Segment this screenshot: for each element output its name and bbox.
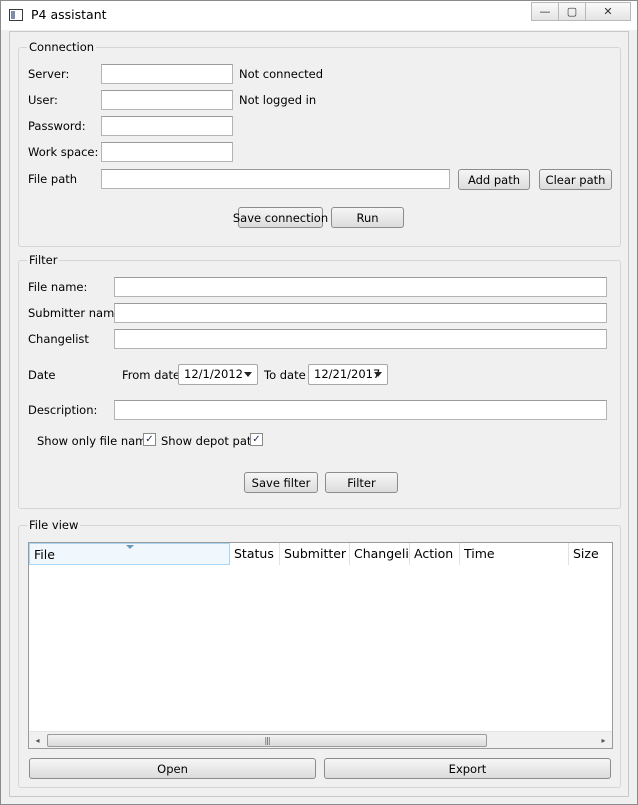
- from-date-value: 12/1/2012: [184, 367, 243, 381]
- save-filter-button[interactable]: Save filter: [244, 472, 318, 493]
- column-header-label: Size: [573, 546, 599, 561]
- filter-group: Filter File name: Submitter name: Change…: [18, 253, 621, 509]
- minimize-icon: —: [539, 5, 551, 18]
- scroll-grip-icon: |||: [264, 736, 270, 745]
- column-header-label: Submitter: [284, 546, 347, 561]
- column-header-time[interactable]: Time: [460, 543, 569, 565]
- show-only-file-name-label: Show only file name:: [37, 434, 158, 448]
- app-window: P4 assistant — ▢ ✕ Connection Server: No…: [0, 0, 638, 805]
- date-label: Date: [28, 368, 56, 382]
- scroll-left-icon[interactable]: ◂: [29, 732, 46, 748]
- title-bar[interactable]: P4 assistant — ▢ ✕: [1, 1, 637, 30]
- close-button[interactable]: ✕: [585, 2, 631, 21]
- show-depot-path-checkbox[interactable]: ✓: [250, 433, 263, 446]
- changelist-label: Changelist: [28, 332, 89, 346]
- filepath-input[interactable]: [101, 169, 450, 189]
- app-icon: [9, 9, 23, 21]
- column-header-label: Status: [234, 546, 274, 561]
- column-header-file[interactable]: File: [29, 543, 230, 565]
- server-status: Not connected: [239, 67, 324, 81]
- horizontal-scrollbar[interactable]: ◂ ||| ▸: [29, 731, 612, 748]
- filter-group-title: Filter: [27, 253, 60, 267]
- connection-group-title: Connection: [27, 40, 97, 54]
- client-area: Connection Server: Not connected User: N…: [9, 31, 629, 797]
- connection-group: Connection Server: Not connected User: N…: [18, 40, 621, 247]
- from-date-picker[interactable]: 12/1/2012: [178, 364, 258, 385]
- minimize-button[interactable]: —: [531, 2, 559, 21]
- table-header: File Status Submitter Changelis Action T…: [29, 543, 612, 565]
- column-header-changelist[interactable]: Changelis: [350, 543, 410, 565]
- filepath-label: File path: [28, 172, 78, 186]
- description-label: Description:: [28, 403, 98, 417]
- password-label: Password:: [28, 119, 86, 133]
- chevron-down-icon: [374, 372, 382, 377]
- check-icon: ✓: [252, 433, 261, 445]
- user-input[interactable]: [101, 90, 233, 110]
- open-button[interactable]: Open: [29, 758, 316, 779]
- password-input[interactable]: [101, 116, 233, 136]
- file-view-group-title: File view: [27, 518, 81, 532]
- server-input[interactable]: [101, 64, 233, 84]
- maximize-button[interactable]: ▢: [558, 2, 586, 21]
- show-depot-path-label: Show depot path: [161, 434, 259, 448]
- submitter-input[interactable]: [114, 303, 607, 323]
- workspace-input[interactable]: [101, 142, 233, 162]
- column-header-label: Action: [414, 546, 454, 561]
- file-name-label: File name:: [28, 280, 88, 294]
- file-name-input[interactable]: [114, 277, 607, 297]
- column-header-size[interactable]: Size: [569, 543, 612, 565]
- sort-arrow-icon: [126, 545, 134, 549]
- add-path-button[interactable]: Add path: [458, 169, 530, 190]
- check-icon: ✓: [145, 433, 154, 445]
- column-header-submitter[interactable]: Submitter: [280, 543, 350, 565]
- to-date-value: 12/21/2017: [314, 367, 381, 381]
- show-only-file-name-checkbox[interactable]: ✓: [143, 433, 156, 446]
- chevron-down-icon: [244, 372, 252, 377]
- to-date-label: To date: [264, 368, 306, 382]
- export-button[interactable]: Export: [324, 758, 611, 779]
- column-header-label: File: [34, 547, 55, 562]
- column-header-label: Time: [464, 546, 495, 561]
- file-view-group: File view File Status Submitter Changeli…: [18, 518, 621, 788]
- submitter-label: Submitter name:: [28, 306, 126, 320]
- column-header-status[interactable]: Status: [230, 543, 280, 565]
- user-label: User:: [28, 93, 58, 107]
- server-label: Server:: [28, 67, 70, 81]
- close-icon: ✕: [603, 5, 613, 18]
- file-table[interactable]: File Status Submitter Changelis Action T…: [28, 542, 613, 749]
- to-date-picker[interactable]: 12/21/2017: [308, 364, 388, 385]
- user-status: Not logged in: [239, 93, 317, 107]
- from-date-label: From date: [122, 368, 181, 382]
- description-input[interactable]: [114, 400, 607, 420]
- column-header-label: Changelis: [354, 546, 410, 561]
- workspace-label: Work space:: [28, 145, 99, 159]
- scroll-thumb[interactable]: |||: [47, 734, 487, 747]
- filter-button[interactable]: Filter: [325, 472, 398, 493]
- save-connection-button[interactable]: Save connection: [233, 207, 328, 228]
- run-button[interactable]: Run: [331, 207, 404, 228]
- window-title: P4 assistant: [31, 7, 107, 22]
- clear-path-button[interactable]: Clear path: [539, 169, 612, 190]
- caption-buttons: — ▢ ✕: [531, 2, 631, 21]
- maximize-icon: ▢: [566, 5, 578, 18]
- column-header-action[interactable]: Action: [410, 543, 460, 565]
- scroll-right-icon[interactable]: ▸: [595, 732, 612, 748]
- changelist-input[interactable]: [114, 329, 607, 349]
